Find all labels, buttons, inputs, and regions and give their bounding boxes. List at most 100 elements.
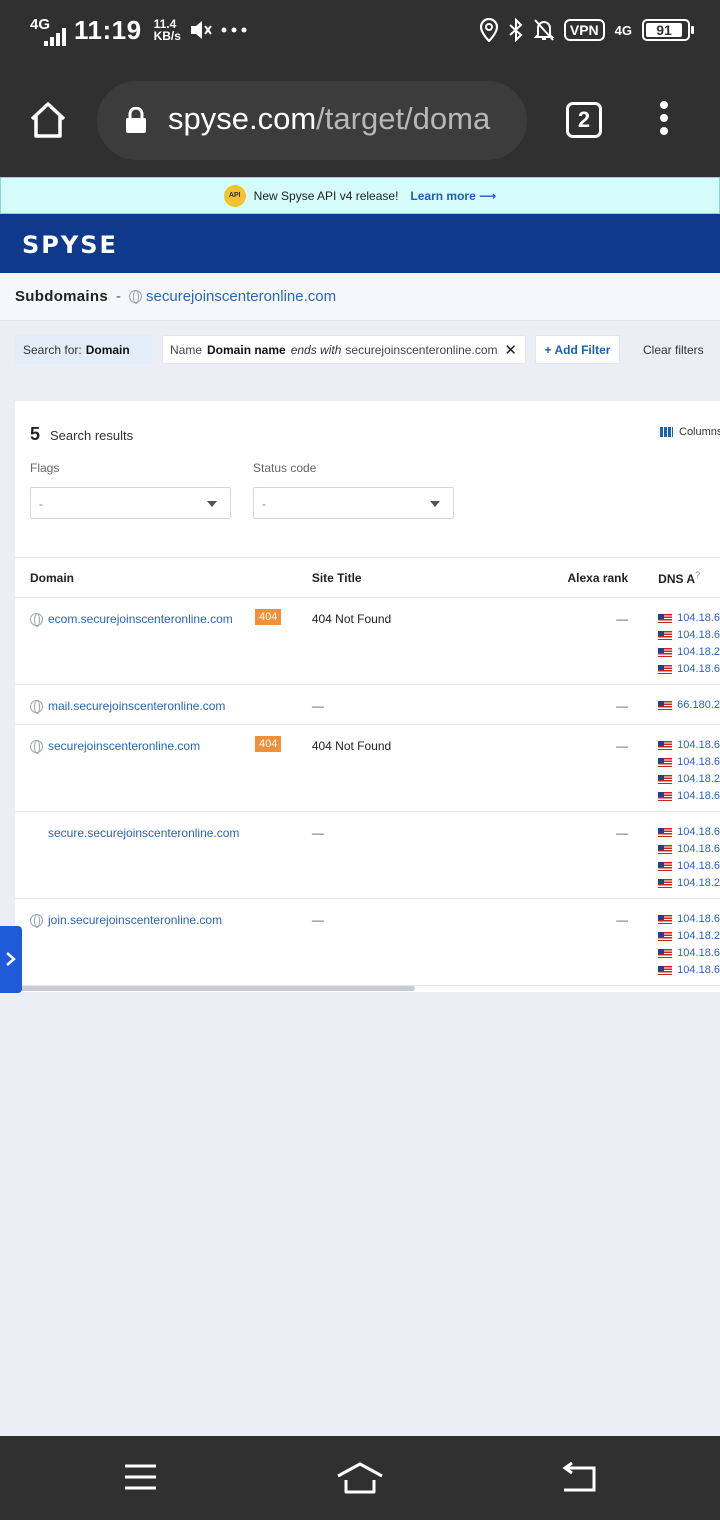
dns-a-record[interactable]: 104.18.6 xyxy=(658,610,720,627)
breadcrumb-domain-link[interactable]: securejoinscenteronline.com xyxy=(129,288,336,305)
ip-address: 104.18.6 xyxy=(677,947,720,959)
ip-address: 104.18.6 xyxy=(677,913,720,925)
filter-bar: Search for: Domain Name Domain name ends… xyxy=(0,321,720,381)
ip-address: 104.18.6 xyxy=(677,629,720,641)
ip-address: 104.18.2 xyxy=(677,930,720,942)
site-header: SPYSE xyxy=(0,214,720,273)
domain-text: join.securejoinscenteronline.com xyxy=(48,913,223,927)
search-for-selector[interactable]: Search for: Domain xyxy=(15,335,152,364)
sidebar-toggle-button[interactable] xyxy=(0,926,22,993)
network-speed: 11.4 KB/s xyxy=(154,18,181,42)
us-flag-icon xyxy=(658,701,673,710)
dns-a-record[interactable]: 104.18.6 xyxy=(658,661,720,678)
site-title-cell: — xyxy=(311,811,497,899)
table-row[interactable]: securejoinscenteronline.com 404 404 Not Fo… xyxy=(15,724,720,812)
table-row[interactable]: join.securejoinscenteronline.com — —104.18… xyxy=(15,898,720,986)
lte-indicator: 4G xyxy=(614,22,632,38)
us-flag-icon xyxy=(658,879,673,888)
column-header-domain[interactable]: Domain xyxy=(15,557,312,598)
columns-button[interactable]: Columns xyxy=(660,426,720,438)
columns-label: Columns xyxy=(679,426,720,438)
url-bar[interactable]: spyse.com/target/doma xyxy=(97,81,527,160)
remove-filter-icon[interactable]: ✕ xyxy=(504,341,517,359)
tab-switcher-button[interactable]: 2 xyxy=(566,102,602,138)
domain-link[interactable]: mail.securejoinscenteronline.com xyxy=(30,699,225,714)
status-code-select-value: - xyxy=(262,497,266,511)
filter-operator: ends with xyxy=(290,342,342,357)
recent-apps-icon[interactable] xyxy=(123,1462,158,1492)
dns-a-header-text: DNS A xyxy=(658,571,696,586)
add-filter-button[interactable]: + Add Filter xyxy=(535,335,620,364)
alexa-rank-cell: — xyxy=(496,724,629,812)
dns-a-record[interactable]: 104.18.2 xyxy=(658,875,720,892)
url-text: spyse.com/target/doma xyxy=(168,101,490,137)
spyse-logo[interactable]: SPYSE xyxy=(22,231,118,259)
dns-a-record[interactable]: 104.18.6 xyxy=(658,737,720,754)
domain-cell: join.securejoinscenteronline.com xyxy=(15,898,312,986)
dns-a-record[interactable]: 104.18.6 xyxy=(658,962,720,979)
ip-address: 104.18.6 xyxy=(677,964,720,976)
flags-select-value: - xyxy=(39,497,43,511)
dns-a-record[interactable]: 104.18.6 xyxy=(658,824,720,841)
more-options-icon[interactable] xyxy=(654,101,674,141)
learn-more-link[interactable]: Learn more ⟶ xyxy=(410,189,496,203)
us-flag-icon xyxy=(658,648,673,657)
chevron-right-icon xyxy=(6,952,16,966)
domain-link[interactable]: securejoinscenteronline.com xyxy=(30,739,200,754)
domain-link[interactable]: secure.securejoinscenteronline.com xyxy=(30,826,239,840)
vpn-badge: VPN xyxy=(563,19,605,41)
table-row[interactable]: secure.securejoinscenteronline.com — —104.… xyxy=(15,811,720,899)
domain-name-filter-chip[interactable]: Name Domain name ends with securejoinsce… xyxy=(162,335,526,364)
alexa-rank-cell: — xyxy=(496,898,629,986)
domain-cell: mail.securejoinscenteronline.com xyxy=(15,684,312,725)
globe-icon xyxy=(30,913,43,928)
status-code-select[interactable]: - xyxy=(253,487,454,519)
home-nav-icon[interactable] xyxy=(336,1462,384,1494)
dns-a-record[interactable]: 104.18.2 xyxy=(658,644,720,661)
table-row[interactable]: ecom.securejoinscenteronline.com 404 404 N… xyxy=(15,597,720,685)
domain-link[interactable]: ecom.securejoinscenteronline.com xyxy=(30,612,233,627)
system-navigation-bar xyxy=(0,1436,720,1520)
dns-a-record[interactable]: 104.18.2 xyxy=(658,928,720,945)
filter-field: Domain name xyxy=(207,342,286,357)
ip-address: 104.18.2 xyxy=(677,646,720,658)
horizontal-scrollbar[interactable] xyxy=(20,986,415,991)
alexa-rank-cell: — xyxy=(496,597,629,685)
domain-cell: ecom.securejoinscenteronline.com 404 xyxy=(15,597,312,685)
flags-label: Flags xyxy=(30,461,60,475)
column-header-dns-a[interactable]: DNS A? xyxy=(628,557,720,598)
url-path: /target/doma xyxy=(316,101,491,136)
bluetooth-icon xyxy=(509,18,523,42)
ip-address: 104.18.2 xyxy=(677,877,720,889)
flags-select[interactable]: - xyxy=(30,487,231,519)
dns-a-record[interactable]: 104.18.6 xyxy=(658,788,720,805)
column-header-alexa-rank[interactable]: Alexa rank xyxy=(496,557,629,598)
clear-filters-button[interactable]: Clear filters xyxy=(643,335,704,364)
status-badge: 404 xyxy=(255,736,282,752)
network-type: 4G xyxy=(30,15,51,33)
domain-text: secure.securejoinscenteronline.com xyxy=(48,826,240,840)
back-icon[interactable] xyxy=(560,1462,598,1494)
dns-a-record[interactable]: 104.18.2 xyxy=(658,771,720,788)
site-title-cell: 404 Not Found xyxy=(311,724,497,812)
status-code-label: Status code xyxy=(253,461,317,475)
dns-a-record[interactable]: 104.18.6 xyxy=(658,841,720,858)
dns-a-cell: 104.18.6 104.18.6 104.18.2 104.18.6 xyxy=(628,724,720,812)
table-row[interactable]: mail.securejoinscenteronline.com — — 66.180… xyxy=(15,684,720,725)
domain-link[interactable]: join.securejoinscenteronline.com xyxy=(30,913,223,928)
dns-a-cell: 104.18.6 104.18.6 104.18.2 104.18.6 xyxy=(628,597,720,685)
dns-a-record[interactable]: 66.180.2 xyxy=(658,697,720,714)
home-icon[interactable] xyxy=(28,100,68,140)
column-header-site-title[interactable]: Site Title xyxy=(311,557,497,598)
ip-address: 104.18.6 xyxy=(677,860,720,872)
dns-a-record[interactable]: 104.18.6 xyxy=(658,754,720,771)
us-flag-icon xyxy=(658,614,673,623)
globe-icon xyxy=(30,739,43,754)
network-speed-unit: KB/s xyxy=(153,29,181,43)
clock: 11:19 xyxy=(74,14,142,45)
dns-a-record[interactable]: 104.18.6 xyxy=(658,911,720,928)
lock-icon xyxy=(126,107,146,133)
dns-a-record[interactable]: 104.18.6 xyxy=(658,627,720,644)
dns-a-record[interactable]: 104.18.6 xyxy=(658,945,720,962)
dns-a-record[interactable]: 104.18.6 xyxy=(658,858,720,875)
